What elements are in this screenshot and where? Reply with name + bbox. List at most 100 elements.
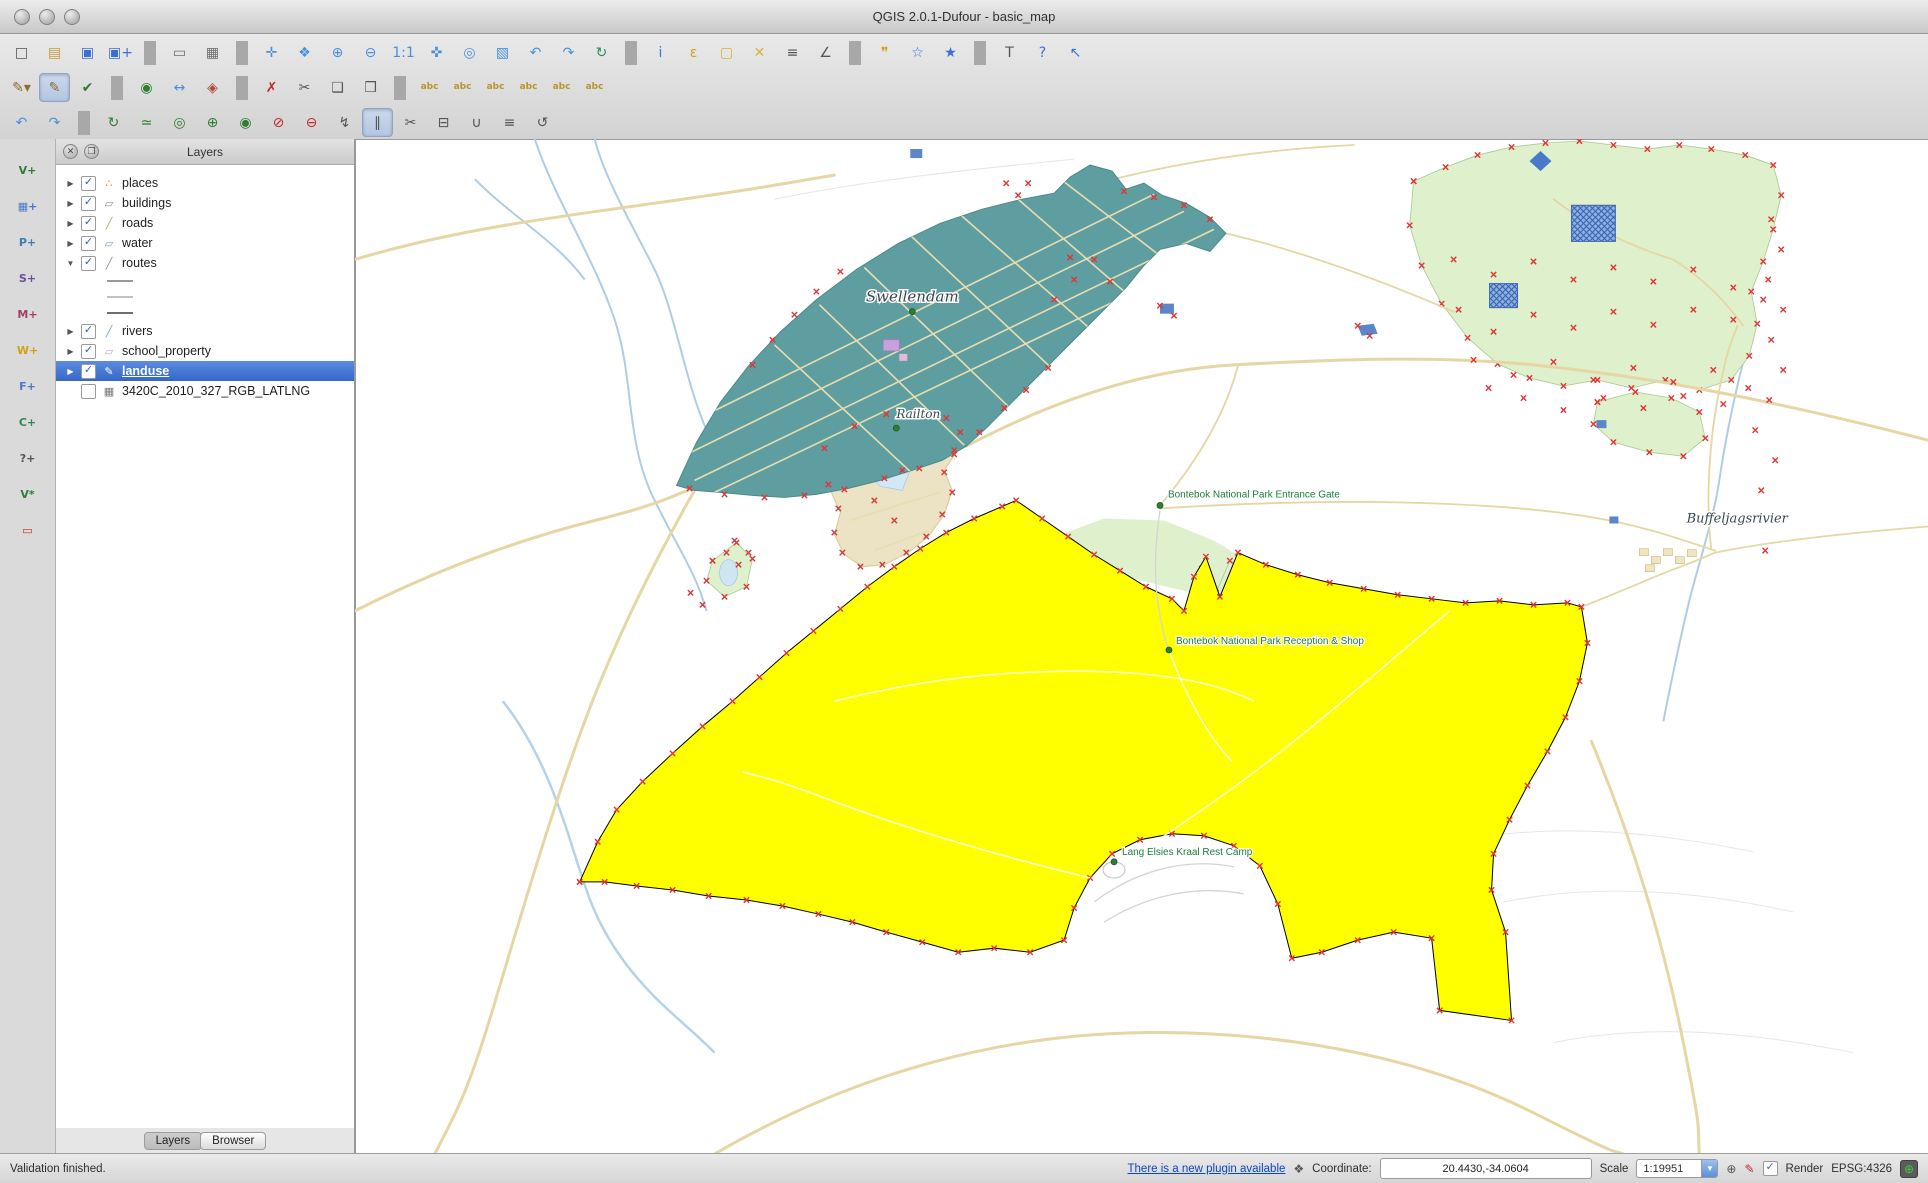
text-annotation-icon[interactable]: T: [994, 38, 1025, 67]
layer-places[interactable]: ∴ places: [56, 173, 354, 193]
cut-features-icon[interactable]: ✂: [289, 73, 320, 102]
layer-school-property[interactable]: ▱ school_property: [56, 341, 354, 361]
expand-arrow-icon[interactable]: [65, 347, 76, 356]
minimize-window-button[interactable]: [39, 9, 55, 25]
zoom-to-selection-icon[interactable]: ◎: [454, 38, 485, 67]
layer-visibility-checkbox[interactable]: [81, 256, 96, 271]
add-ring-icon[interactable]: ◎: [164, 108, 195, 137]
identify-features-icon[interactable]: i: [645, 38, 676, 67]
zoom-last-icon[interactable]: ↶: [520, 38, 551, 67]
merge-attributes-icon[interactable]: ≡: [494, 108, 525, 137]
layer-visibility-checkbox[interactable]: [81, 364, 96, 379]
coordinate-capture-icon[interactable]: ?+: [14, 445, 41, 472]
label-rotate-icon[interactable]: abc: [546, 73, 577, 102]
delete-part-icon[interactable]: ⊖: [296, 108, 327, 137]
zoom-window-button[interactable]: [64, 9, 80, 25]
node-tool-icon[interactable]: ◈: [197, 73, 228, 102]
add-wms-layer-icon[interactable]: W+: [14, 337, 41, 364]
zoom-out-icon[interactable]: ⊖: [355, 38, 386, 67]
layer-buildings[interactable]: ▱ buildings: [56, 193, 354, 213]
layer-visibility-checkbox[interactable]: [81, 344, 96, 359]
routes-legend-swatch[interactable]: [56, 305, 354, 321]
split-features-icon[interactable]: ✂: [395, 108, 426, 137]
whats-this-icon[interactable]: ↖: [1060, 38, 1091, 67]
simplify-feature-icon[interactable]: ≃: [131, 108, 162, 137]
map-tips-icon[interactable]: ❞: [869, 38, 900, 67]
add-mssql-layer-icon[interactable]: M+: [14, 301, 41, 328]
composer-manager-icon[interactable]: ▦: [197, 38, 228, 67]
panel-float-icon[interactable]: ❐: [84, 144, 99, 159]
delete-selected-icon[interactable]: ✗: [256, 73, 287, 102]
add-feature-icon[interactable]: ◉: [131, 73, 162, 102]
label-properties-icon[interactable]: abc: [579, 73, 610, 102]
add-wfs-layer-icon[interactable]: F+: [14, 373, 41, 400]
new-project-icon[interactable]: □: [6, 38, 37, 67]
label-move-icon[interactable]: abc: [513, 73, 544, 102]
add-spatialite-layer-icon[interactable]: S+: [14, 265, 41, 292]
tab-layers[interactable]: Layers: [144, 1132, 203, 1150]
layer-visibility-checkbox[interactable]: [81, 176, 96, 191]
layer-visibility-checkbox[interactable]: [81, 196, 96, 211]
save-project-icon[interactable]: ▣: [72, 38, 103, 67]
routes-legend-swatch[interactable]: [56, 289, 354, 305]
show-bookmarks-icon[interactable]: ★: [935, 38, 966, 67]
expand-arrow-icon[interactable]: [65, 327, 76, 336]
plugin-available-link[interactable]: There is a new plugin available: [1128, 1163, 1286, 1175]
scale-combobox[interactable]: 1:19951 ▼: [1636, 1159, 1718, 1178]
rotate-point-symbols-icon[interactable]: ↺: [527, 108, 558, 137]
offset-curve-icon[interactable]: ∥: [362, 108, 393, 137]
measure-icon[interactable]: ∠: [810, 38, 841, 67]
move-feature-icon[interactable]: ↔: [164, 73, 195, 102]
layer-roads[interactable]: ╱ roads: [56, 213, 354, 233]
add-raster-layer-icon[interactable]: ▦+: [14, 193, 41, 220]
expand-arrow-icon[interactable]: [65, 219, 76, 228]
expand-arrow-icon[interactable]: [65, 199, 76, 208]
undo-icon[interactable]: ↶: [6, 108, 37, 137]
add-wcs-layer-icon[interactable]: C+: [14, 409, 41, 436]
labeling-icon[interactable]: abc: [414, 73, 445, 102]
zoom-to-layer-icon[interactable]: ▧: [487, 38, 518, 67]
rotate-feature-icon[interactable]: ↻: [98, 108, 129, 137]
merge-features-icon[interactable]: ∪: [461, 108, 492, 137]
fill-ring-icon[interactable]: ◉: [230, 108, 261, 137]
zoom-full-icon[interactable]: ✜: [421, 38, 452, 67]
add-vector-layer-icon[interactable]: V+: [14, 157, 41, 184]
add-part-icon[interactable]: ⊕: [197, 108, 228, 137]
plugin-icon[interactable]: ❖: [1293, 1162, 1304, 1176]
zoom-next-icon[interactable]: ↷: [553, 38, 584, 67]
new-bookmark-icon[interactable]: ☆: [902, 38, 933, 67]
current-edits-icon[interactable]: ✎▾: [6, 73, 37, 102]
new-print-composer-icon[interactable]: ▭: [164, 38, 195, 67]
layer-landuse[interactable]: ✎ landuse: [56, 361, 354, 381]
remove-layer-icon[interactable]: ▭: [14, 517, 41, 544]
pan-map-icon[interactable]: ✛: [256, 38, 287, 67]
tab-browser[interactable]: Browser: [200, 1132, 266, 1150]
open-attribute-table-icon[interactable]: ≡: [777, 38, 808, 67]
delete-ring-icon[interactable]: ⊘: [263, 108, 294, 137]
layer-visibility-checkbox[interactable]: [81, 236, 96, 251]
toggle-editing-icon[interactable]: ✎: [39, 73, 70, 102]
expand-arrow-icon[interactable]: [65, 259, 76, 268]
zoom-in-icon[interactable]: ⊕: [322, 38, 353, 67]
panel-close-icon[interactable]: ✕: [63, 144, 78, 159]
stop-render-icon[interactable]: ✎: [1744, 1162, 1754, 1176]
expand-arrow-icon[interactable]: [65, 367, 76, 376]
select-features-icon[interactable]: ▢: [711, 38, 742, 67]
crs-status-icon[interactable]: ⊕: [1900, 1160, 1918, 1178]
map-canvas[interactable]: Swellendam Railton Buffeljagsrivier Bont…: [355, 139, 1928, 1154]
zoom-actual-icon[interactable]: 1:1: [388, 38, 419, 67]
deselect-features-icon[interactable]: ✕: [744, 38, 775, 67]
save-project-as-icon[interactable]: ▣+: [105, 38, 136, 67]
layer-visibility-checkbox[interactable]: [81, 384, 96, 399]
layer-visibility-checkbox[interactable]: [81, 324, 96, 339]
close-window-button[interactable]: [14, 9, 30, 25]
run-feature-action-icon[interactable]: ε: [678, 38, 709, 67]
layer-visibility-checkbox[interactable]: [81, 216, 96, 231]
render-checkbox[interactable]: [1763, 1161, 1778, 1176]
coordinate-input[interactable]: [1380, 1158, 1592, 1179]
label-pin-icon[interactable]: abc: [447, 73, 478, 102]
expand-arrow-icon[interactable]: [65, 239, 76, 248]
split-parts-icon[interactable]: ⊟: [428, 108, 459, 137]
reshape-features-icon[interactable]: ↯: [329, 108, 360, 137]
help-icon[interactable]: ?: [1027, 38, 1058, 67]
